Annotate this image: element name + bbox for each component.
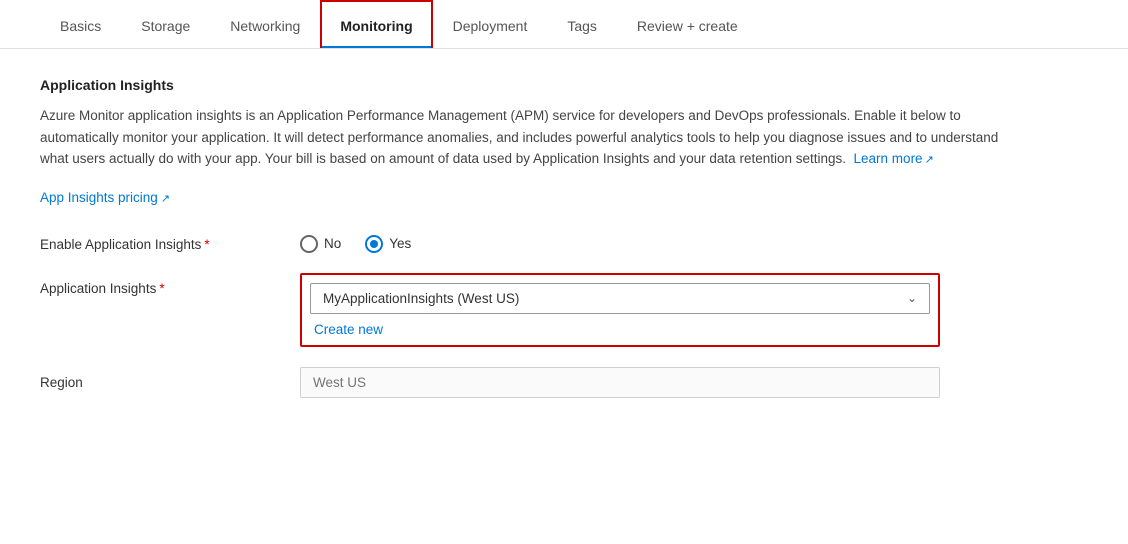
enable-insights-label: Enable Application Insights* xyxy=(40,229,300,252)
tab-tags[interactable]: Tags xyxy=(547,0,617,48)
tab-review-create[interactable]: Review + create xyxy=(617,0,758,48)
section-title: Application Insights xyxy=(40,77,1088,93)
application-insights-row: Application Insights* MyApplicationInsig… xyxy=(40,273,1088,347)
pricing-external-icon: ↗ xyxy=(161,193,170,205)
radio-no-button[interactable] xyxy=(300,235,318,253)
tab-basics[interactable]: Basics xyxy=(40,0,121,48)
tab-storage[interactable]: Storage xyxy=(121,0,210,48)
radio-yes-option[interactable]: Yes xyxy=(365,235,411,253)
region-label: Region xyxy=(40,367,300,390)
required-indicator-insights: * xyxy=(159,281,164,296)
enable-insights-row: Enable Application Insights* No Yes xyxy=(40,229,1088,253)
insights-dropdown-value: MyApplicationInsights (West US) xyxy=(323,291,519,306)
enable-insights-radio-group: No Yes xyxy=(300,229,411,253)
radio-yes-label: Yes xyxy=(389,236,411,251)
section-description: Azure Monitor application insights is an… xyxy=(40,105,1020,170)
radio-no-label: No xyxy=(324,236,341,251)
tab-navigation: Basics Storage Networking Monitoring Dep… xyxy=(0,0,1128,49)
radio-no-option[interactable]: No xyxy=(300,235,341,253)
radio-yes-inner xyxy=(370,240,378,248)
required-indicator: * xyxy=(204,237,209,252)
app-insights-pricing-link[interactable]: App Insights pricing↗ xyxy=(40,190,170,205)
region-row: Region xyxy=(40,367,1088,398)
create-new-link[interactable]: Create new xyxy=(314,322,383,337)
tab-monitoring[interactable]: Monitoring xyxy=(320,0,432,48)
radio-yes-button[interactable] xyxy=(365,235,383,253)
insights-dropdown[interactable]: MyApplicationInsights (West US) ⌄ xyxy=(310,283,930,314)
insights-field-container: MyApplicationInsights (West US) ⌄ Create… xyxy=(300,273,940,347)
learn-more-link[interactable]: Learn more xyxy=(854,151,923,166)
tab-deployment[interactable]: Deployment xyxy=(433,0,548,48)
chevron-down-icon: ⌄ xyxy=(907,291,917,305)
external-link-icon: ↗ xyxy=(925,154,934,166)
tab-networking[interactable]: Networking xyxy=(210,0,320,48)
application-insights-label: Application Insights* xyxy=(40,273,300,296)
region-input[interactable] xyxy=(300,367,940,398)
main-content: Application Insights Azure Monitor appli… xyxy=(0,49,1128,458)
